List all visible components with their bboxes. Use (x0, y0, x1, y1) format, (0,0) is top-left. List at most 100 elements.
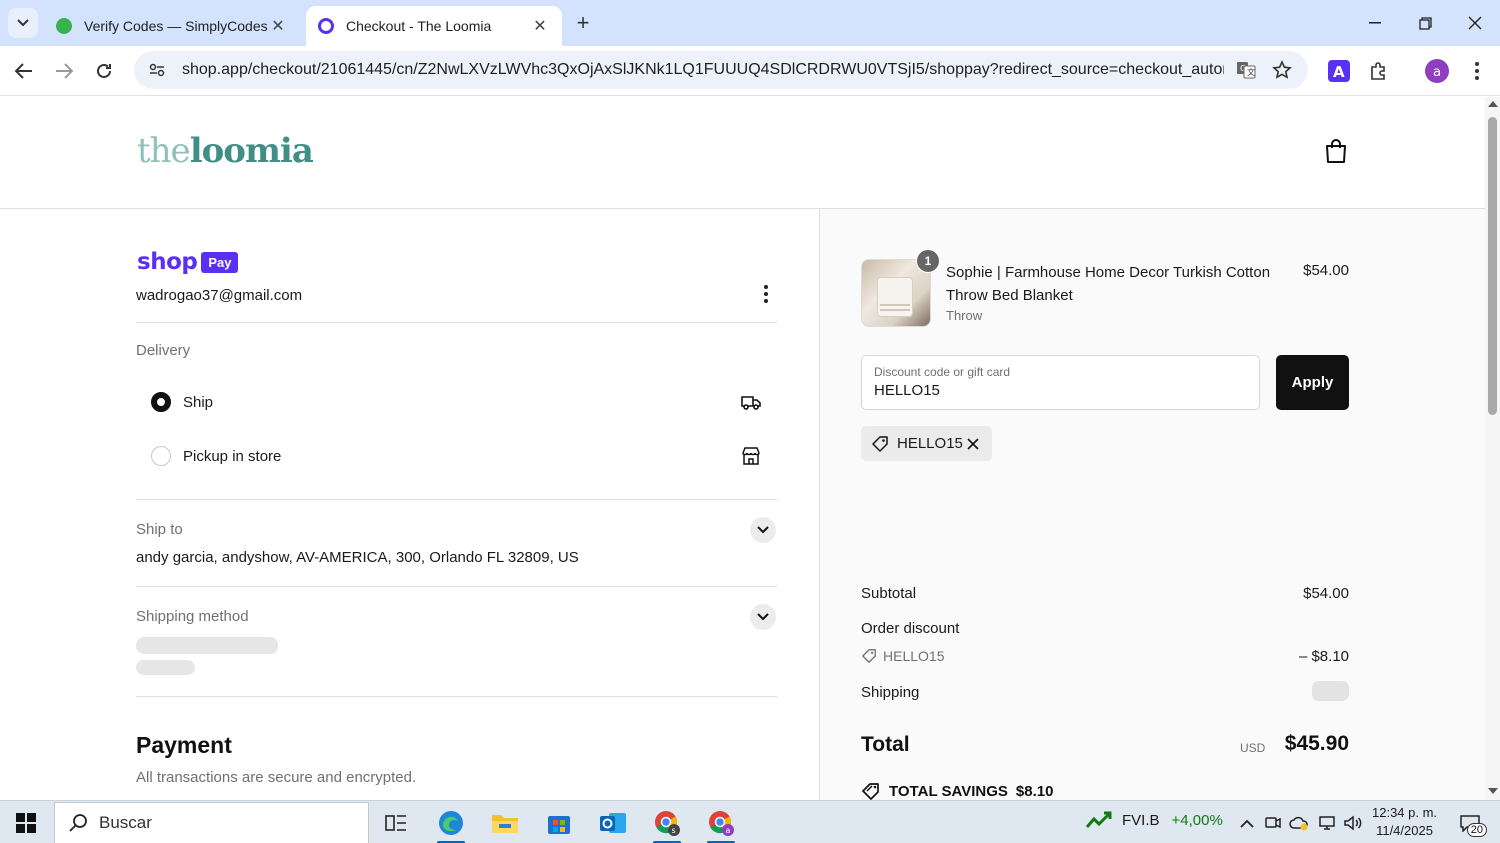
tab-title: Verify Codes — SimplyCodes (84, 18, 268, 34)
notification-count: 20 (1466, 823, 1487, 837)
subtotal-label: Subtotal (861, 585, 917, 602)
shipping-row: Shipping (861, 684, 1349, 701)
total-currency: USD (1240, 741, 1266, 755)
delivery-option-ship[interactable]: Ship (136, 377, 777, 427)
pickup-label: Pickup in store (183, 447, 282, 465)
stock-name: FVI.B (1122, 811, 1160, 829)
close-icon (1468, 16, 1482, 30)
discount-code-field[interactable]: Discount code or gift card HELLO15 (861, 355, 1260, 410)
outlook-app[interactable] (591, 805, 635, 841)
clock-date: 11/4/2025 (1376, 823, 1433, 838)
browser-toolbar: shop.app/checkout/21061445/cn/Z2NwLXVzLW… (0, 46, 1500, 96)
pickup-radio[interactable] (151, 446, 171, 466)
payment-heading: Payment (136, 732, 232, 758)
tag-icon (862, 649, 876, 663)
minimize-icon (1369, 22, 1381, 24)
delivery-option-pickup[interactable]: Pickup in store (136, 431, 777, 481)
translate-icon[interactable]: G文 (1232, 56, 1260, 84)
scroll-down-icon[interactable] (1488, 788, 1498, 794)
extension-a-icon[interactable]: A (1326, 58, 1352, 84)
remove-discount-button[interactable] (964, 435, 982, 453)
taskbar-search[interactable]: Buscar (54, 802, 369, 843)
chrome-profile-s-app[interactable]: s (645, 805, 689, 843)
chrome-profile-a-app[interactable]: a (699, 805, 743, 843)
order-summary: 1 Sophie | Farmhouse Home Decor Turkish … (819, 209, 1485, 800)
network-icon[interactable] (1316, 812, 1338, 834)
ship-radio[interactable] (151, 392, 171, 412)
forward-button[interactable] (48, 55, 80, 87)
account-menu-button[interactable] (756, 281, 776, 307)
windows-taskbar: Buscar s a FVI.B +4,00% 12:34 p. m. 11/4… (0, 800, 1500, 843)
site-info-icon[interactable] (146, 59, 168, 81)
scroll-up-icon[interactable] (1488, 101, 1498, 107)
edge-app[interactable] (429, 805, 473, 843)
edge-icon (439, 811, 463, 835)
meet-now-icon[interactable] (1262, 812, 1284, 834)
cart-button[interactable] (1322, 137, 1350, 165)
discount-field-label: Discount code or gift card (874, 365, 1011, 379)
close-window-button[interactable] (1450, 0, 1500, 46)
onedrive-icon[interactable] (1288, 812, 1310, 834)
arrow-left-icon (15, 63, 32, 79)
total-value: $45.90 (1284, 732, 1349, 755)
dot-icon (764, 291, 768, 296)
divider (136, 322, 777, 323)
apply-discount-button[interactable]: Apply (1276, 355, 1349, 410)
back-button[interactable] (8, 55, 40, 87)
dot-icon (764, 298, 768, 303)
tab-title: Checkout - The Loomia (346, 18, 492, 34)
system-clock[interactable]: 12:34 p. m. 11/4/2025 (1372, 804, 1437, 840)
tab-checkout[interactable]: Checkout - The Loomia ✕ (306, 6, 562, 46)
blanket-stripe (880, 309, 910, 311)
close-tab-icon[interactable]: ✕ (530, 16, 550, 36)
stock-chart-icon (1086, 811, 1112, 828)
total-savings: TOTAL SAVINGS $8.10 (861, 781, 1053, 800)
tray-overflow-button[interactable] (1236, 812, 1258, 834)
tab-simplycodes[interactable]: Verify Codes — SimplyCodes ✕ (44, 6, 300, 46)
shipping-label: Shipping (861, 684, 920, 701)
shipping-address: andy garcia, andyshow, AV-AMERICA, 300, … (136, 549, 579, 566)
stock-change: +4,00% (1171, 811, 1223, 829)
simplycodes-favicon-icon (56, 18, 72, 34)
applied-code-text: HELLO15 (897, 435, 963, 452)
chevron-down-icon (757, 613, 769, 621)
discount-amount: – $8.10 (1298, 648, 1349, 665)
file-explorer-app[interactable] (483, 805, 527, 841)
stock-widget[interactable]: FVI.B +4,00% (1086, 811, 1223, 829)
store-header: theloomia (0, 97, 1485, 209)
reload-button[interactable] (88, 55, 120, 87)
restore-button[interactable] (1400, 0, 1450, 46)
loading-skeleton (136, 660, 195, 675)
close-tab-icon[interactable]: ✕ (268, 16, 288, 36)
extensions-puzzle-icon[interactable] (1366, 58, 1392, 84)
microsoft-store-app[interactable] (537, 805, 581, 841)
start-button[interactable] (8, 807, 44, 839)
profile-avatar[interactable]: a (1424, 58, 1450, 84)
discount-code-input[interactable]: HELLO15 (874, 382, 1247, 399)
tag-icon (871, 435, 889, 453)
notification-center-button[interactable]: 20 (1455, 811, 1487, 837)
tab-search-button[interactable] (8, 8, 38, 38)
reload-icon (97, 63, 111, 78)
ship-to-expand-button[interactable] (750, 517, 776, 543)
loading-skeleton (136, 637, 278, 654)
bookmark-star-icon[interactable] (1268, 56, 1296, 84)
product-name: Sophie | Farmhouse Home Decor Turkish Co… (946, 264, 1271, 304)
browser-menu-icon[interactable] (1464, 58, 1490, 84)
subtotal-value: $54.00 (1303, 585, 1349, 602)
account-email: wadrogao37@gmail.com (136, 287, 303, 304)
shipping-method-label: Shipping method (136, 608, 249, 625)
shipping-method-expand-button[interactable] (750, 604, 776, 630)
delivery-label: Delivery (136, 342, 191, 359)
address-bar[interactable]: shop.app/checkout/21061445/cn/Z2NwLXVzLW… (134, 51, 1308, 89)
task-view-button[interactable] (374, 805, 418, 841)
new-tab-button[interactable]: + (570, 10, 596, 36)
savings-tag-icon (861, 781, 881, 800)
folder-icon (492, 815, 518, 833)
scrollbar-thumb[interactable] (1488, 117, 1497, 415)
store-logo[interactable]: theloomia (137, 131, 314, 171)
store-bag-icon (548, 816, 570, 834)
minimize-button[interactable] (1350, 0, 1400, 46)
page-scrollbar[interactable] (1485, 97, 1500, 800)
volume-icon[interactable] (1342, 812, 1364, 834)
